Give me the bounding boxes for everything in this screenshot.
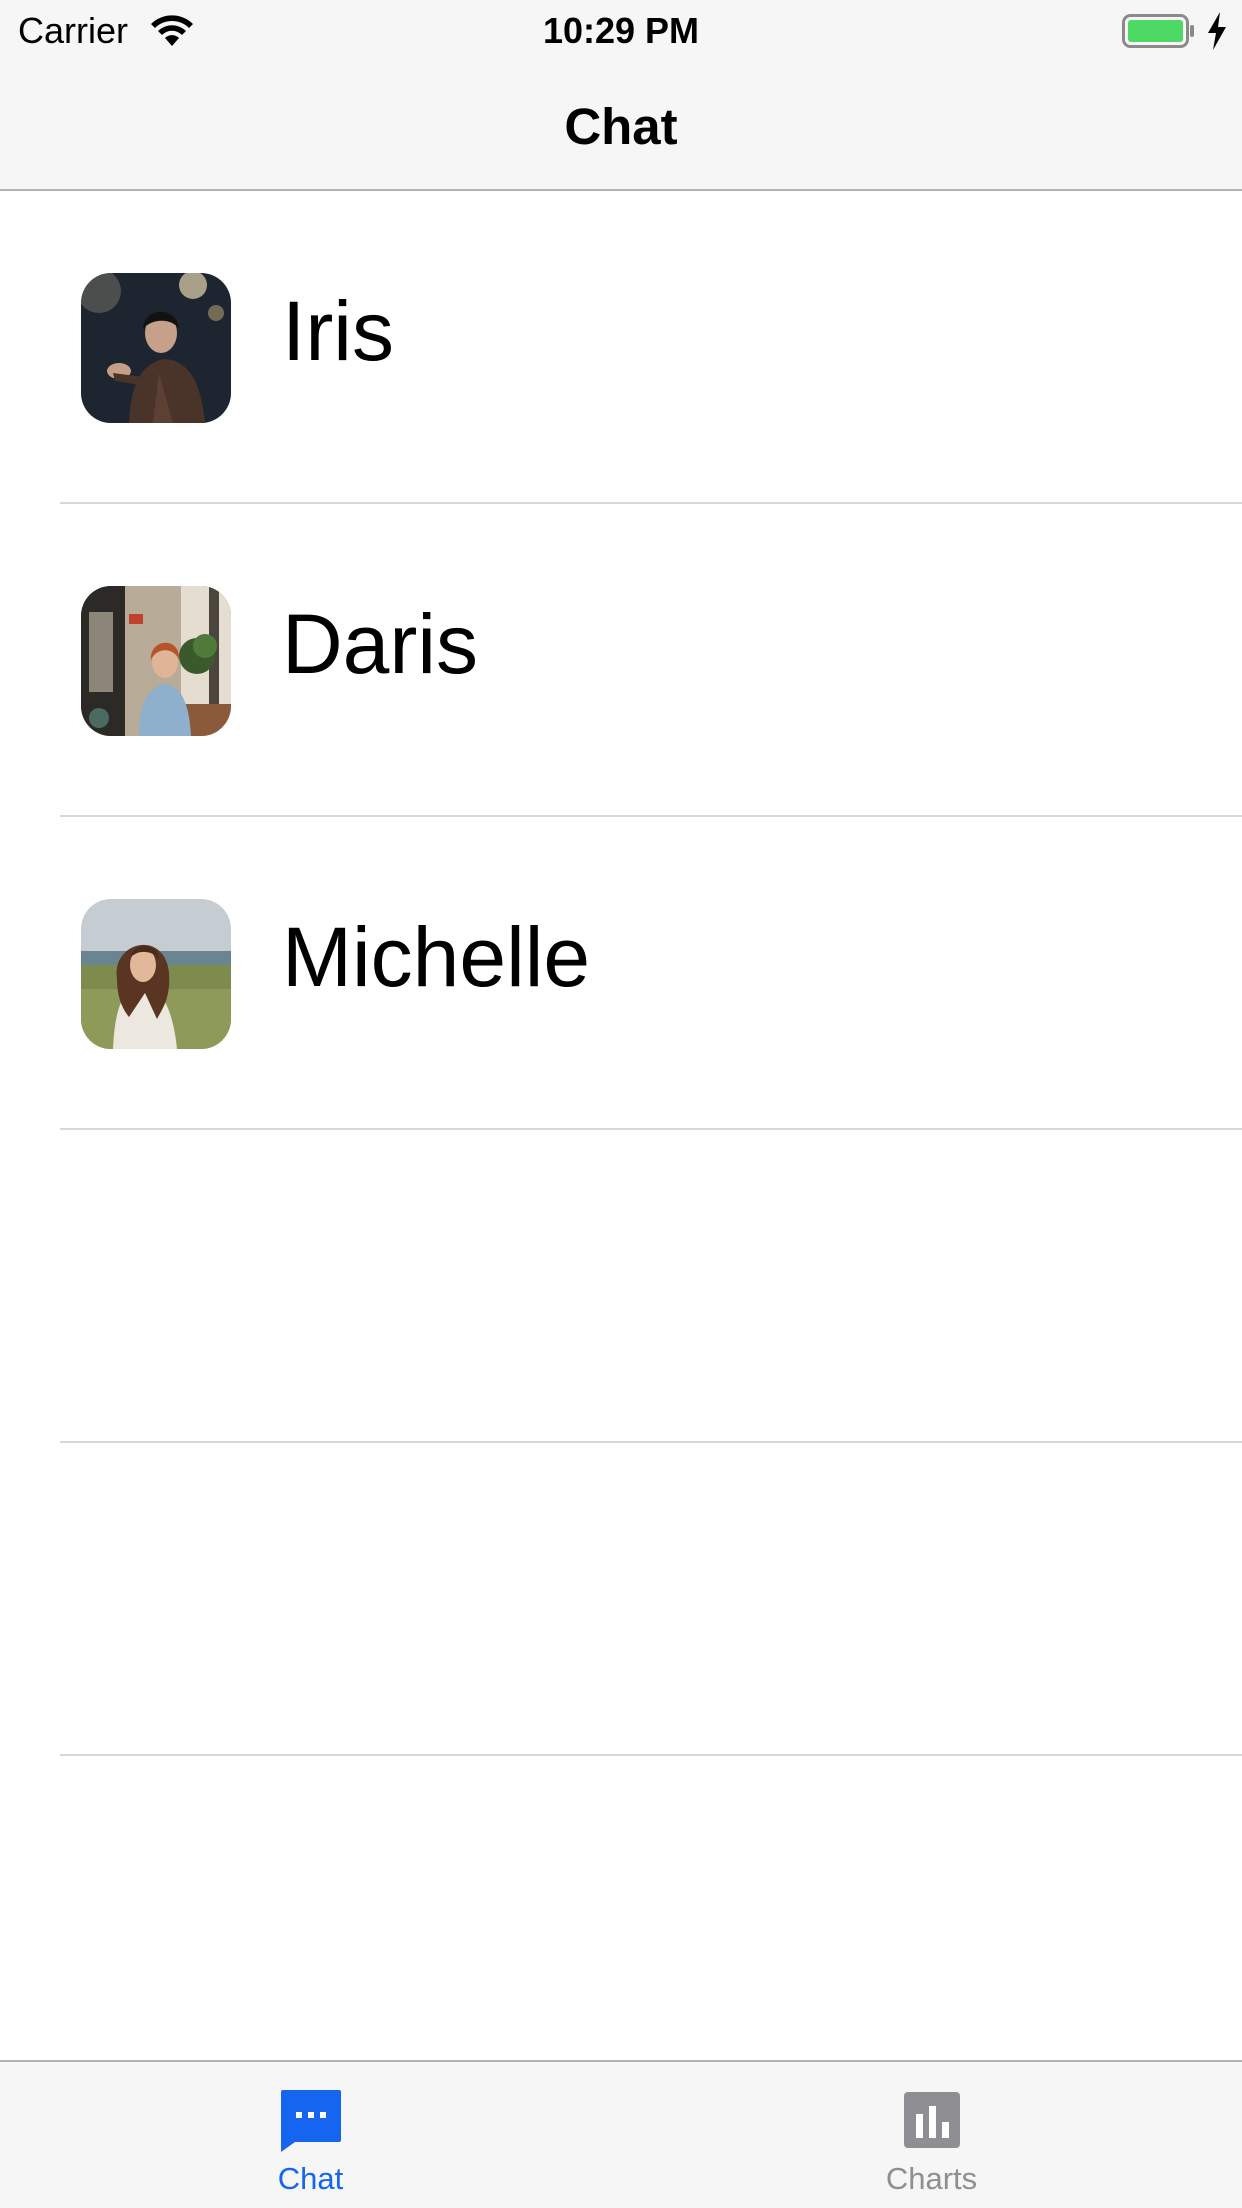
avatar (81, 586, 231, 736)
chat-row-michelle[interactable]: Michelle (0, 817, 1242, 1130)
chat-name: Daris (282, 597, 479, 691)
tab-bar: Chat Charts (0, 2060, 1242, 2208)
tab-charts[interactable]: Charts (621, 2062, 1242, 2208)
avatar (81, 899, 231, 1049)
chat-list: Iris Daris Michelle (0, 191, 1242, 1756)
chat-row-daris[interactable]: Daris (0, 504, 1242, 817)
tab-label: Charts (885, 2161, 978, 2196)
tab-chat[interactable]: Chat (0, 2062, 621, 2208)
page-title: Chat (564, 98, 678, 155)
status-bar: Carrier 10:29 PM (0, 0, 1242, 62)
row-separator (60, 1754, 1242, 1756)
status-time: 10:29 PM (542, 10, 700, 51)
bar-chart-icon (903, 2092, 960, 2148)
chat-bubble-icon (280, 2090, 341, 2152)
empty-row (0, 1130, 1242, 1443)
tab-label: Chat (277, 2161, 344, 2196)
chat-row-iris[interactable]: Iris (0, 191, 1242, 504)
navigation-bar: Chat (0, 62, 1242, 191)
battery-icon (1122, 14, 1194, 48)
empty-row (0, 1443, 1242, 1756)
charging-bolt-icon (1208, 12, 1226, 50)
chat-name: Michelle (282, 910, 591, 1004)
avatar (81, 273, 231, 423)
chat-name: Iris (282, 284, 394, 378)
